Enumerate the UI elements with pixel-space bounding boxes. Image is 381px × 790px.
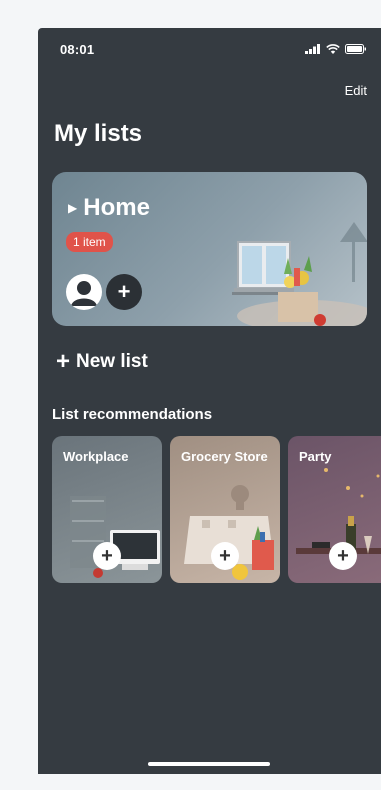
recommendation-card-workplace[interactable]: Workplace + [52,436,162,583]
home-list-name: Home [83,194,150,221]
plus-icon: + [219,544,231,567]
home-list-title: ▶ Home [68,194,150,222]
page-title: My lists [54,120,143,147]
recommendation-card-grocery-store[interactable]: Grocery Store + [170,436,280,583]
add-recommendation-button[interactable]: + [93,542,121,570]
item-count-badge: 1 item [66,232,113,252]
avatar[interactable] [66,274,102,310]
new-list-label: New list [76,351,148,372]
recommendation-label: Workplace [63,449,129,464]
recommendation-label: Grocery Store [181,449,268,464]
recommendation-label: Party [299,449,332,464]
plus-icon: + [337,544,349,567]
plus-icon: + [56,348,71,375]
home-indicator[interactable] [148,762,270,766]
status-bar: 08:01 [60,42,367,58]
home-list-card[interactable]: ▶ Home 1 item + [52,172,367,326]
signal-icon [305,44,320,54]
battery-icon [345,44,366,54]
status-time: 08:01 [60,42,95,57]
recommendation-card-party[interactable]: Party + [288,436,381,583]
wifi-icon [326,44,340,54]
avatar-icon [71,281,97,306]
plus-icon: + [117,279,131,304]
recommendations-title: List recommendations [52,406,213,423]
add-recommendation-button[interactable]: + [329,542,357,570]
phone-screen: 08:01 Edit My lists ▶ Home 1 item + + Ne… [38,28,381,774]
add-recommendation-button[interactable]: + [211,542,239,570]
new-list-button[interactable]: + New list [56,350,148,374]
status-icons [305,44,367,54]
home-illustration [232,222,367,326]
add-member-button[interactable]: + [106,274,142,310]
recommendations-row[interactable]: Workplace + Grocery Store + Party + [52,436,381,584]
caret-icon: ▶ [68,201,78,215]
plus-icon: + [101,544,113,567]
edit-button[interactable]: Edit [345,83,367,98]
